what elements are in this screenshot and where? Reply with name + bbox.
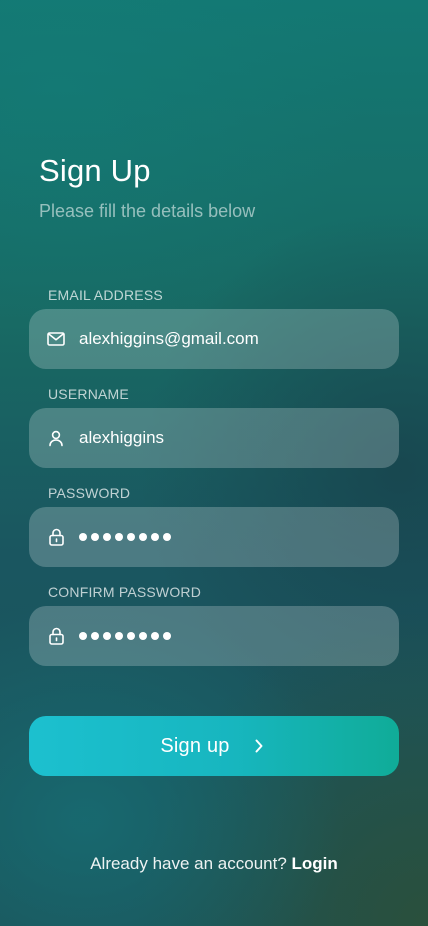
username-field[interactable] [29,408,399,468]
password-field[interactable] [29,507,399,567]
password-mask-dot [115,632,123,640]
confirm-password-label: CONFIRM PASSWORD [48,584,202,600]
login-link[interactable]: Login [292,854,338,873]
password-label: PASSWORD [48,485,131,501]
password-mask-dot [151,632,159,640]
signup-screen: Sign Up Please fill the details below EM… [0,0,428,926]
email-input[interactable] [79,329,379,349]
password-mask-dot [151,533,159,541]
confirm-password-field[interactable] [29,606,399,666]
page-subtitle: Please fill the details below [39,201,256,221]
lock-icon [46,626,66,646]
mail-icon [46,329,66,349]
user-icon [46,428,66,448]
email-field[interactable] [29,309,399,369]
password-mask-dot [127,533,135,541]
password-input[interactable] [79,533,171,541]
password-mask-dot [103,632,111,640]
password-mask-dot [115,533,123,541]
password-mask-dot [79,533,87,541]
password-mask-dot [139,533,147,541]
login-prompt-text: Already have an account? [90,854,287,873]
confirm-password-input[interactable] [79,632,171,640]
password-mask-dot [127,632,135,640]
username-label: USERNAME [48,386,129,402]
email-label: EMAIL ADDRESS [48,287,163,303]
password-mask-dot [91,533,99,541]
password-mask-dot [91,632,99,640]
password-mask-dot [163,632,171,640]
password-mask-dot [79,632,87,640]
password-mask-dot [163,533,171,541]
signup-button[interactable]: Sign up [29,716,399,776]
page-title: Sign Up [39,153,151,188]
password-mask-dot [139,632,147,640]
lock-icon [46,527,66,547]
password-mask-dot [103,533,111,541]
chevron-right-icon [254,739,268,753]
login-prompt: Already have an account? Login [0,854,428,874]
signup-button-label: Sign up [160,734,230,757]
username-input[interactable] [79,428,379,448]
